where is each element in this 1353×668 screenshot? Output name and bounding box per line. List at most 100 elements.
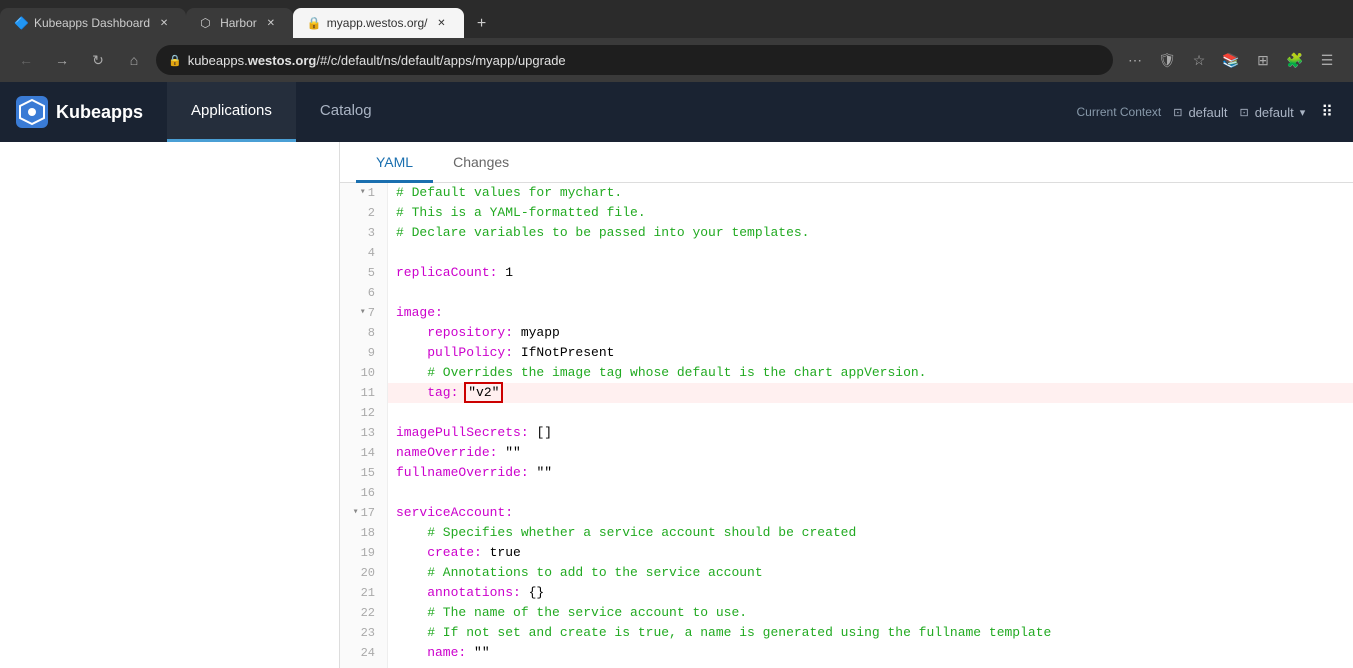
url-bar[interactable]: 🔒 kubeapps.westos.org/#/c/default/ns/def… bbox=[156, 45, 1113, 75]
comment-text-1: # Default values for mychart. bbox=[396, 185, 622, 200]
tab-label-3: myapp.westos.org/ bbox=[327, 16, 428, 30]
nav-right: Current Context ⊡ default ⊡ default ▾ ⠿ bbox=[1077, 98, 1337, 126]
line-num-21: 21 bbox=[361, 583, 375, 603]
val-text-8: myapp bbox=[521, 325, 560, 340]
browser-actions: ⋯ 🛡 ☆ 📚 ⊞ 🧩 ☰ bbox=[1121, 46, 1341, 74]
tab-bar: 🔷 Kubeapps Dashboard ✕ ⬡ Harbor ✕ 🔒 myap… bbox=[0, 0, 1353, 38]
code-line-17: ▾17 serviceAccount: bbox=[340, 503, 1353, 523]
browser-tab-3[interactable]: 🔒 myapp.westos.org/ ✕ bbox=[293, 8, 464, 38]
refresh-button[interactable]: ↻ bbox=[84, 46, 112, 74]
apps-grid-button[interactable]: ⠿ bbox=[1317, 98, 1337, 126]
tab-favicon-1: 🔷 bbox=[14, 16, 28, 30]
key-text-14: nameOverride: bbox=[396, 445, 505, 460]
line-content-21: annotations: {} bbox=[388, 583, 552, 603]
key-text-24: name: bbox=[396, 645, 474, 660]
menu-button[interactable]: ☰ bbox=[1313, 46, 1341, 74]
val-text-15: "" bbox=[536, 465, 552, 480]
browser-window: 🔷 Kubeapps Dashboard ✕ ⬡ Harbor ✕ 🔒 myap… bbox=[0, 0, 1353, 82]
key-text-17: serviceAccount: bbox=[396, 505, 513, 520]
line-gutter-15: 15 bbox=[340, 463, 388, 483]
line-num-12: 12 bbox=[361, 403, 375, 423]
line-gutter-21: 21 bbox=[340, 583, 388, 603]
bookmark-shield-button[interactable]: 🛡 bbox=[1153, 46, 1181, 74]
line-num-14: 14 bbox=[361, 443, 375, 463]
line-num-22: 22 bbox=[361, 603, 375, 623]
line-num-15: 15 bbox=[361, 463, 375, 483]
forward-button[interactable]: → bbox=[48, 46, 76, 74]
key-text-7: image: bbox=[396, 305, 443, 320]
fold-arrow-17[interactable]: ▾ bbox=[349, 503, 359, 523]
home-button[interactable]: ⌂ bbox=[120, 46, 148, 74]
tab-changes[interactable]: Changes bbox=[433, 142, 529, 183]
line-gutter-19: 19 bbox=[340, 543, 388, 563]
line-content-13: imagePullSecrets: [] bbox=[388, 423, 560, 443]
key-text-21: annotations: bbox=[396, 585, 529, 600]
line-gutter-20: 20 bbox=[340, 563, 388, 583]
line-num-10: 10 bbox=[361, 363, 375, 383]
line-gutter-10: 10 bbox=[340, 363, 388, 383]
line-num-6: 6 bbox=[368, 283, 375, 303]
line-content-24: name: "" bbox=[388, 643, 498, 663]
tab-yaml[interactable]: YAML bbox=[356, 142, 433, 183]
line-gutter-2: 2 bbox=[340, 203, 388, 223]
security-lock-icon: 🔒 bbox=[168, 54, 182, 67]
line-num-11: 11 bbox=[361, 383, 375, 403]
key-text-8: repository: bbox=[396, 325, 521, 340]
code-line-6: 6 bbox=[340, 283, 1353, 303]
kubeapps-logo-icon bbox=[16, 96, 48, 128]
bookmark-star-button[interactable]: ☆ bbox=[1185, 46, 1213, 74]
bookmarks-button[interactable]: 📚 bbox=[1217, 46, 1245, 74]
cluster-icon: ⊡ bbox=[1239, 106, 1248, 119]
nav-applications[interactable]: Applications bbox=[167, 82, 296, 142]
line-gutter-24: 24 bbox=[340, 643, 388, 663]
more-options-button[interactable]: ⋯ bbox=[1121, 46, 1149, 74]
fold-arrow-7[interactable]: ▾ bbox=[356, 303, 366, 323]
val-text-14: "" bbox=[505, 445, 521, 460]
line-num-25: 25 bbox=[361, 663, 375, 668]
nav-catalog[interactable]: Catalog bbox=[296, 82, 396, 142]
tab-close-3[interactable]: ✕ bbox=[434, 15, 450, 31]
code-editor[interactable]: ▾1# Default values for mychart.2# This i… bbox=[340, 183, 1353, 668]
logo-area: Kubeapps bbox=[16, 96, 143, 128]
line-gutter-17: ▾17 bbox=[340, 503, 388, 523]
browser-tab-1[interactable]: 🔷 Kubeapps Dashboard ✕ bbox=[0, 8, 186, 38]
main-content: YAML Changes ▾1# Default values for mych… bbox=[0, 142, 1353, 668]
line-num-1: 1 bbox=[368, 183, 375, 203]
line-content-23: # If not set and create is true, a name … bbox=[388, 623, 1059, 643]
line-content-11: tag: "v2" bbox=[388, 383, 509, 403]
nav-links: Applications Catalog bbox=[167, 82, 396, 142]
context-label: Current Context bbox=[1077, 103, 1162, 121]
comment-text-2: # This is a YAML-formatted file. bbox=[396, 205, 646, 220]
line-content-10: # Overrides the image tag whose default … bbox=[388, 363, 935, 383]
context-namespace[interactable]: ⊡ default bbox=[1173, 105, 1227, 120]
fold-arrow-1[interactable]: ▾ bbox=[356, 183, 366, 203]
line-num-24: 24 bbox=[361, 643, 375, 663]
back-button[interactable]: ← bbox=[12, 46, 40, 74]
line-gutter-1: ▾1 bbox=[340, 183, 388, 203]
code-line-22: 22 # The name of the service account to … bbox=[340, 603, 1353, 623]
line-num-9: 9 bbox=[368, 343, 375, 363]
extension-button[interactable]: 🧩 bbox=[1281, 46, 1309, 74]
line-num-7: 7 bbox=[368, 303, 375, 323]
line-content-22: # The name of the service account to use… bbox=[388, 603, 755, 623]
tab-favicon-3: 🔒 bbox=[307, 16, 321, 30]
browser-tab-2[interactable]: ⬡ Harbor ✕ bbox=[186, 8, 293, 38]
val-text-24: "" bbox=[474, 645, 490, 660]
context-cluster[interactable]: ⊡ default ▾ bbox=[1239, 105, 1305, 120]
line-content-18: # Specifies whether a service account sh… bbox=[388, 523, 864, 543]
new-tab-button[interactable]: + bbox=[468, 10, 496, 38]
comment-text-23: # If not set and create is true, a name … bbox=[396, 625, 1051, 640]
code-line-1: ▾1 # Default values for mychart. bbox=[340, 183, 1353, 203]
tab-close-2[interactable]: ✕ bbox=[263, 15, 279, 31]
code-line-10: 10 # Overrides the image tag whose defau… bbox=[340, 363, 1353, 383]
line-num-23: 23 bbox=[361, 623, 375, 643]
line-gutter-22: 22 bbox=[340, 603, 388, 623]
line-num-16: 16 bbox=[361, 483, 375, 503]
comment-text-10: # Overrides the image tag whose default … bbox=[396, 365, 927, 380]
code-line-5: 5replicaCount: 1 bbox=[340, 263, 1353, 283]
key-text-11: tag: bbox=[396, 385, 466, 400]
app-container: Kubeapps Applications Catalog Current Co… bbox=[0, 82, 1353, 668]
tab-close-1[interactable]: ✕ bbox=[156, 15, 172, 31]
code-line-21: 21 annotations: {} bbox=[340, 583, 1353, 603]
reader-mode-button[interactable]: ⊞ bbox=[1249, 46, 1277, 74]
